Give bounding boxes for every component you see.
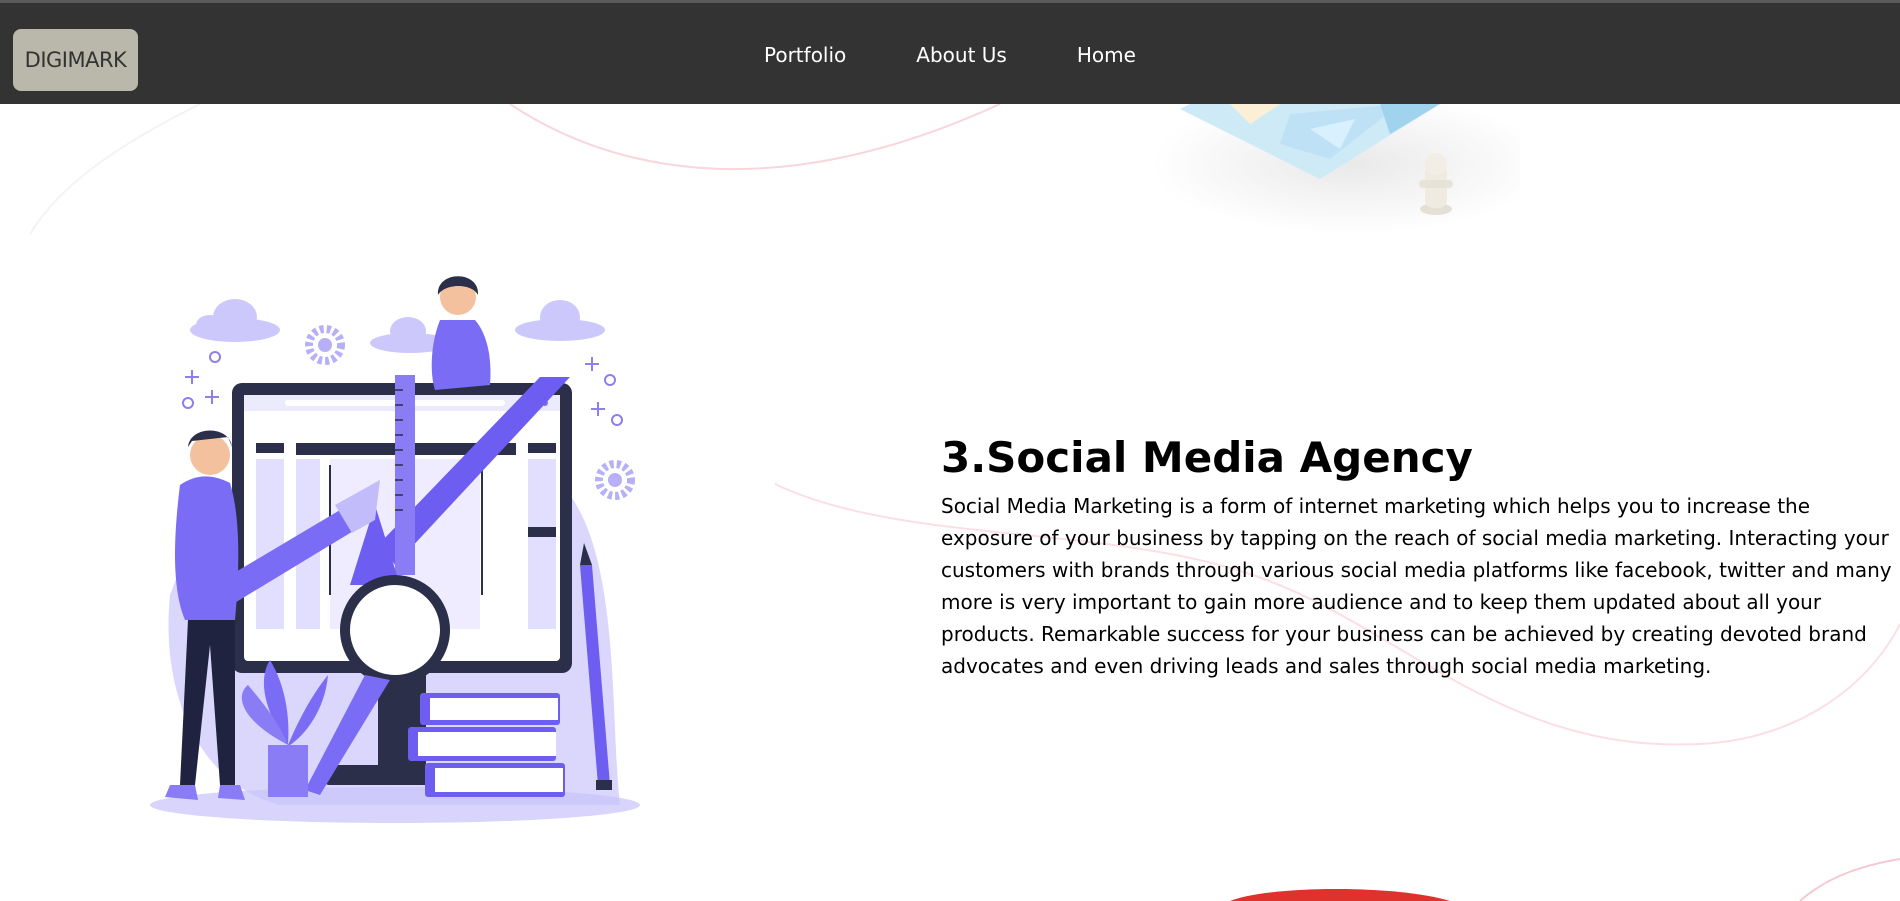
- nav-link-home[interactable]: Home: [1077, 43, 1136, 67]
- next-section-red-arc: [1230, 889, 1450, 901]
- nav-links: Portfolio About Us Home: [764, 43, 1136, 67]
- hero-3d-scene-fragment: [1150, 104, 1520, 234]
- section-body-text: Social Media Marketing is a form of inte…: [941, 494, 1892, 678]
- social-media-illustration: [150, 276, 640, 823]
- nav-link-about-us[interactable]: About Us: [916, 43, 1007, 67]
- nav-link-portfolio[interactable]: Portfolio: [764, 43, 846, 67]
- navbar: DIGIMARK Portfolio About Us Home: [0, 3, 1900, 104]
- brand-logo-button[interactable]: DIGIMARK: [13, 29, 138, 91]
- section-title: 3.Social Media Agency: [941, 433, 1473, 482]
